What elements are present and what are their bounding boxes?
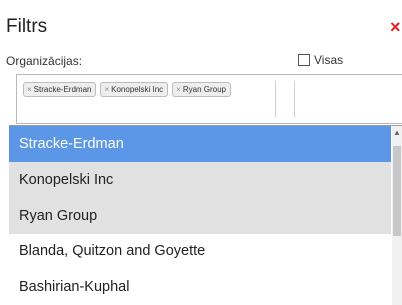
filter-panel: Filtrs × Organizācijas: Visas × Stracke-E… [0,0,402,305]
tag-ryan-group: × Ryan Group [172,82,231,97]
remove-tag-icon[interactable]: × [27,85,32,94]
tag-label: Konopelski Inc [111,85,164,94]
remove-tag-icon[interactable]: × [104,85,109,94]
tag-konopelski-inc: × Konopelski Inc [100,82,169,97]
select-all-label: Visas [314,53,344,67]
tag-label: Stracke-Erdman [33,85,92,94]
scrollbar-thumb[interactable] [393,146,401,236]
scroll-up-icon[interactable]: ▲ [393,128,401,137]
select-all-checkbox[interactable]: Visas [298,53,343,67]
organizations-label: Organizācijas: [6,54,83,68]
left-edge [0,168,9,304]
options-dropdown: Stracke-Erdman Konopelski Inc Ryan Group… [9,125,402,305]
checkbox-box[interactable] [298,54,310,66]
search-field[interactable] [275,81,295,117]
tag-stracke-erdman: × Stracke-Erdman [23,82,97,97]
option-bashirian-kuphal[interactable]: Bashirian-Kuphal [9,269,391,305]
option-konopelski-inc[interactable]: Konopelski Inc [9,162,391,198]
option-blanda-quitzon-goyette[interactable]: Blanda, Quitzon and Goyette [9,233,391,269]
organizations-multiselect[interactable]: × Stracke-Erdman × Konopelski Inc × Ryan Gr… [16,74,402,124]
close-icon[interactable]: × [390,18,401,36]
dropdown-scrollbar[interactable]: ▲ [392,126,402,305]
option-stracke-erdman[interactable]: Stracke-Erdman [9,126,391,162]
panel-title: Filtrs [6,16,48,37]
selected-tags: × Stracke-Erdman × Konopelski Inc × Ryan Gr… [23,82,231,97]
option-ryan-group[interactable]: Ryan Group [9,198,391,234]
tag-label: Ryan Group [182,85,226,94]
remove-tag-icon[interactable]: × [176,85,181,94]
